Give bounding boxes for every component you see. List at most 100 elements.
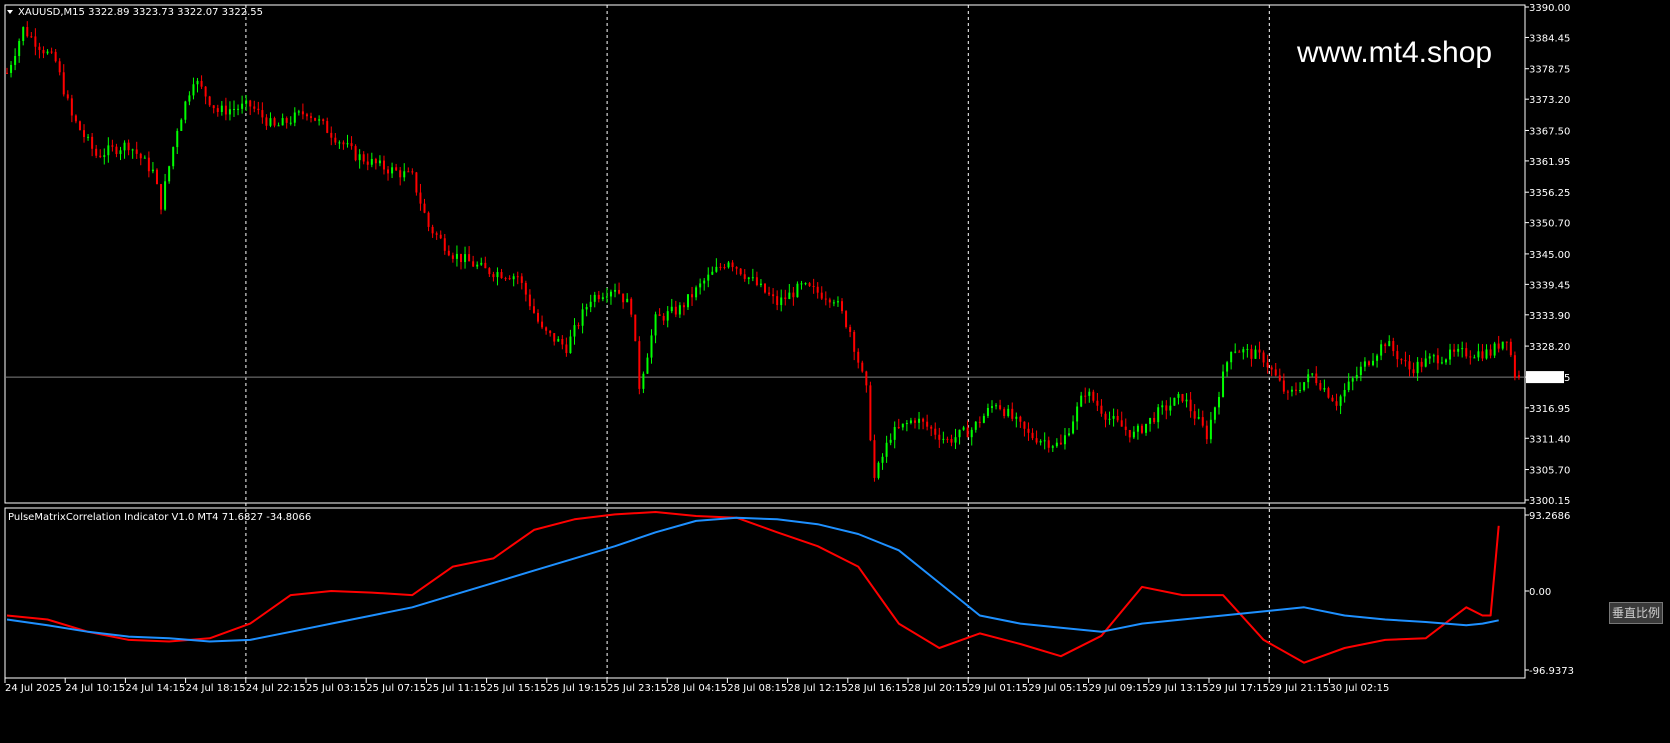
candle-body: [1339, 396, 1342, 406]
candle-body: [861, 362, 864, 372]
candle-body: [768, 292, 771, 295]
time-tick-label: 24 Jul 10:15: [65, 683, 125, 694]
candle-body: [1238, 351, 1241, 353]
price-tick-label: 3333.90: [1529, 311, 1570, 322]
candle-body: [719, 266, 722, 268]
candle-body: [1189, 399, 1192, 412]
candle-body: [986, 407, 989, 416]
candle-body: [1213, 407, 1216, 420]
candle-body: [1461, 348, 1464, 350]
candle-body: [715, 266, 718, 272]
candle-body: [922, 418, 925, 422]
candle-body: [678, 305, 681, 315]
candle-body: [1315, 373, 1318, 384]
candle-body: [1343, 390, 1346, 397]
candle-body: [958, 429, 961, 438]
candle-body: [1323, 388, 1326, 390]
candle-body: [1116, 416, 1119, 421]
candle-body: [1372, 360, 1375, 366]
candle-body: [1177, 394, 1180, 398]
candle-body: [269, 118, 272, 126]
candle-body: [1449, 349, 1452, 360]
candle-body: [1392, 341, 1395, 352]
candle-body: [103, 155, 106, 157]
price-tick-label: 3316.95: [1529, 404, 1570, 415]
candle-body: [399, 170, 402, 178]
candle-body: [115, 146, 118, 155]
candle-body: [1201, 417, 1204, 426]
candle-body: [395, 167, 398, 171]
candle-body: [387, 169, 390, 174]
candle-body: [1351, 378, 1354, 382]
candle-body: [42, 49, 45, 54]
time-tick-label: 28 Jul 16:15: [848, 683, 908, 694]
candle-body: [18, 40, 21, 56]
candle-body: [1473, 357, 1476, 359]
candle-body: [1080, 395, 1083, 407]
candle-body: [934, 428, 937, 435]
candle-body: [455, 253, 458, 259]
candle-body: [1226, 362, 1229, 372]
candle-body: [1311, 373, 1314, 375]
candle-body: [982, 415, 985, 423]
candle-body: [1428, 356, 1431, 359]
candle-body: [382, 160, 385, 170]
candle-body: [330, 132, 333, 138]
candle-body: [609, 291, 612, 297]
candle-body: [1376, 355, 1379, 361]
candle-body: [999, 405, 1002, 410]
candle-body: [297, 111, 300, 113]
candle-body: [1100, 405, 1103, 414]
candle-body: [318, 119, 321, 121]
vertical-scale-button[interactable]: 垂直比例: [1609, 602, 1663, 624]
candle-body: [541, 321, 544, 328]
candle-body: [374, 158, 377, 164]
candle-body: [537, 312, 540, 322]
candle-body: [155, 169, 158, 185]
candle-body: [1059, 442, 1062, 445]
candle-body: [764, 283, 766, 293]
candle-body: [1209, 419, 1212, 440]
candle-body: [480, 262, 483, 265]
candle-body: [484, 262, 487, 269]
candle-body: [249, 100, 252, 107]
candle-body: [565, 344, 568, 354]
candle-body: [674, 306, 677, 315]
candle-body: [524, 282, 527, 295]
candle-body: [1217, 396, 1220, 408]
candle-body: [468, 254, 471, 262]
candle-body: [909, 420, 912, 424]
candle-body: [601, 297, 604, 300]
candle-body: [310, 116, 313, 118]
candle-body: [504, 278, 507, 280]
candle-body: [849, 327, 852, 332]
candle-body: [1124, 426, 1127, 430]
candle-body: [824, 298, 827, 300]
candle-body: [366, 161, 369, 165]
candle-body: [1424, 358, 1427, 367]
candle-body: [1169, 405, 1172, 411]
candle-body: [346, 143, 349, 145]
candle-body: [293, 112, 296, 123]
candle-body: [1019, 416, 1022, 422]
candle-body: [1453, 349, 1456, 352]
candle-body: [1303, 382, 1306, 391]
time-tick-label: 28 Jul 08:15: [727, 683, 787, 694]
candle-body: [695, 287, 698, 298]
candle-body: [127, 142, 130, 151]
price-tick-label: 3361.95: [1529, 157, 1570, 168]
candle-body: [228, 109, 231, 115]
indicator-tick-label: -96.9373: [1529, 666, 1574, 677]
candle-body: [334, 137, 337, 143]
candle-body: [492, 274, 495, 278]
candle-body: [577, 325, 580, 327]
candle-body: [1145, 423, 1148, 433]
candle-body: [1501, 341, 1504, 349]
candle-body: [662, 315, 665, 321]
candle-body: [1084, 395, 1087, 397]
candle-body: [1380, 344, 1383, 356]
candle-body: [147, 157, 150, 172]
candle-body: [1181, 394, 1184, 402]
candle-body: [38, 46, 41, 50]
candle-body: [897, 427, 900, 429]
